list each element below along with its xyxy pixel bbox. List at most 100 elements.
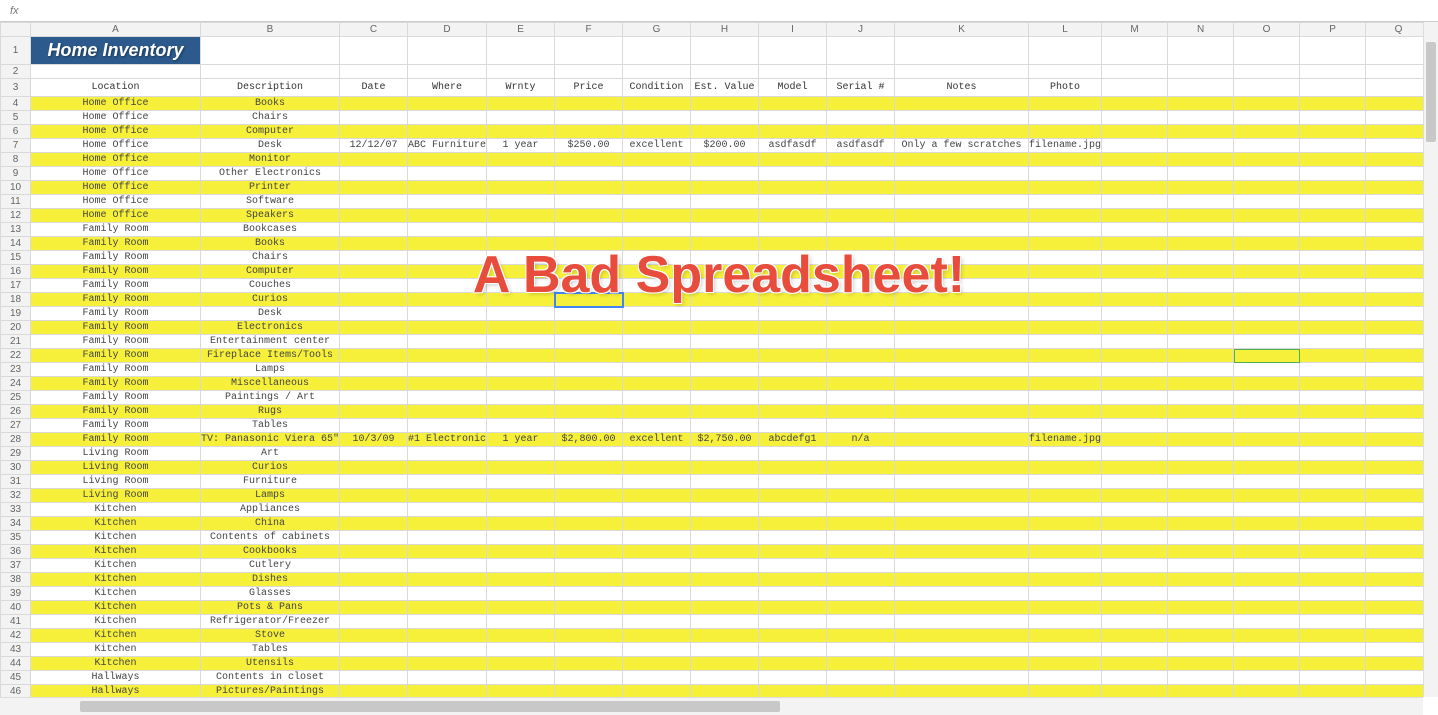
cell[interactable] <box>555 419 623 433</box>
cell[interactable] <box>555 629 623 643</box>
cell[interactable] <box>623 587 691 601</box>
cell[interactable] <box>759 195 827 209</box>
cell[interactable] <box>1168 615 1234 629</box>
cell[interactable] <box>1366 335 1432 349</box>
cell[interactable] <box>1102 671 1168 685</box>
cell[interactable] <box>895 629 1029 643</box>
cell[interactable] <box>340 643 408 657</box>
cell[interactable] <box>1029 279 1102 293</box>
column-header-N[interactable]: N <box>1168 23 1234 37</box>
cell[interactable] <box>895 209 1029 223</box>
cell[interactable]: Lamps <box>201 489 340 503</box>
cell[interactable] <box>1234 125 1300 139</box>
row-header[interactable]: 23 <box>1 363 31 377</box>
cell[interactable]: Family Room <box>31 223 201 237</box>
cell[interactable] <box>1029 391 1102 405</box>
cell[interactable]: filename.jpg <box>1029 433 1102 447</box>
cell[interactable] <box>1366 685 1432 698</box>
cell[interactable] <box>623 181 691 195</box>
cell[interactable]: Kitchen <box>31 531 201 545</box>
cell[interactable] <box>895 363 1029 377</box>
cell[interactable]: Miscellaneous <box>201 377 340 391</box>
cell[interactable] <box>1300 293 1366 307</box>
cell[interactable] <box>895 587 1029 601</box>
cell[interactable] <box>1300 657 1366 671</box>
cell[interactable] <box>1029 531 1102 545</box>
cell[interactable] <box>623 65 691 79</box>
cell[interactable] <box>759 279 827 293</box>
cell[interactable] <box>759 587 827 601</box>
cell[interactable] <box>1029 545 1102 559</box>
cell[interactable] <box>623 111 691 125</box>
cell[interactable] <box>487 65 555 79</box>
cell[interactable] <box>340 307 408 321</box>
cell[interactable] <box>895 489 1029 503</box>
cell[interactable] <box>1168 391 1234 405</box>
cell[interactable] <box>340 111 408 125</box>
cell[interactable] <box>555 377 623 391</box>
cell[interactable] <box>408 377 487 391</box>
cell[interactable] <box>1168 405 1234 419</box>
cell[interactable] <box>1300 377 1366 391</box>
cell[interactable] <box>555 251 623 265</box>
cell[interactable] <box>340 559 408 573</box>
cell[interactable] <box>487 377 555 391</box>
cell[interactable] <box>623 153 691 167</box>
cell[interactable] <box>1168 461 1234 475</box>
cell[interactable] <box>827 391 895 405</box>
cell[interactable] <box>1300 307 1366 321</box>
cell[interactable] <box>555 643 623 657</box>
cell[interactable]: excellent <box>623 139 691 153</box>
table-header-cell[interactable]: Date <box>340 79 408 97</box>
cell[interactable]: Utensils <box>201 657 340 671</box>
cell[interactable] <box>623 545 691 559</box>
cell[interactable] <box>340 391 408 405</box>
cell[interactable] <box>895 447 1029 461</box>
cell[interactable] <box>340 531 408 545</box>
cell[interactable] <box>340 251 408 265</box>
cell[interactable] <box>691 671 759 685</box>
cell[interactable] <box>1168 685 1234 698</box>
cell[interactable] <box>691 349 759 363</box>
cell[interactable]: $2,800.00 <box>555 433 623 447</box>
cell[interactable] <box>555 125 623 139</box>
cell[interactable] <box>555 587 623 601</box>
cell[interactable] <box>827 97 895 111</box>
cell[interactable] <box>1029 615 1102 629</box>
cell[interactable] <box>1234 265 1300 279</box>
cell[interactable] <box>1029 223 1102 237</box>
cell[interactable] <box>555 503 623 517</box>
row-header[interactable]: 12 <box>1 209 31 223</box>
cell[interactable] <box>1300 363 1366 377</box>
cell[interactable] <box>827 643 895 657</box>
cell[interactable] <box>827 657 895 671</box>
row-header[interactable]: 8 <box>1 153 31 167</box>
cell[interactable] <box>555 545 623 559</box>
table-header-cell[interactable]: Condition <box>623 79 691 97</box>
cell[interactable] <box>1366 265 1432 279</box>
cell[interactable] <box>827 503 895 517</box>
cell[interactable] <box>555 37 623 65</box>
cell[interactable] <box>1234 503 1300 517</box>
cell[interactable] <box>1234 111 1300 125</box>
cell[interactable] <box>623 615 691 629</box>
cell[interactable] <box>759 321 827 335</box>
cell[interactable] <box>623 125 691 139</box>
cell[interactable] <box>487 447 555 461</box>
cell[interactable] <box>623 293 691 307</box>
cell[interactable] <box>408 167 487 181</box>
row-header[interactable]: 13 <box>1 223 31 237</box>
cell[interactable] <box>487 391 555 405</box>
vscroll-thumb[interactable] <box>1426 42 1436 142</box>
cell[interactable] <box>691 531 759 545</box>
cell[interactable] <box>1366 643 1432 657</box>
cell[interactable] <box>1300 181 1366 195</box>
cell[interactable]: Kitchen <box>31 629 201 643</box>
cell[interactable] <box>1029 447 1102 461</box>
cell[interactable]: Kitchen <box>31 517 201 531</box>
cell[interactable] <box>1029 643 1102 657</box>
cell[interactable] <box>1029 37 1102 65</box>
cell[interactable] <box>691 167 759 181</box>
cell[interactable] <box>895 125 1029 139</box>
row-header[interactable]: 33 <box>1 503 31 517</box>
